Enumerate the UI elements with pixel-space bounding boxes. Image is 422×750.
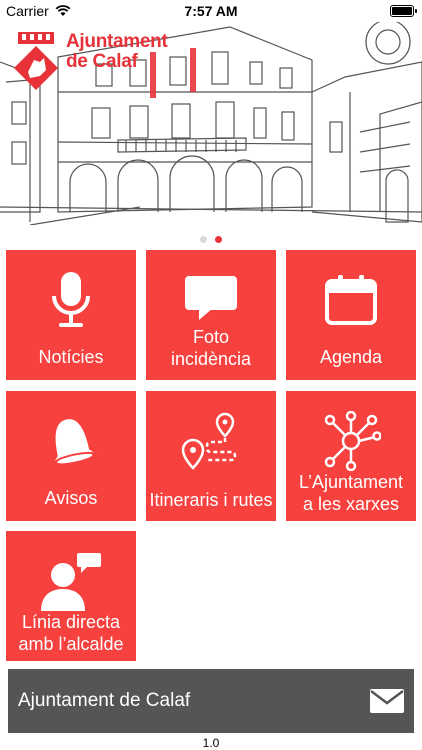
tile-linia-directa[interactable]: Línia directa amb l’alcalde [6, 531, 136, 661]
city-logo: Ajuntament de Calaf [12, 32, 168, 90]
footer-title: Ajuntament de Calaf [18, 690, 191, 711]
tile-itineraris-label: Itineraris i rutes [149, 490, 273, 510]
tile-avisos-label: Avisos [44, 488, 98, 508]
status-time: 7:57 AM [184, 3, 238, 19]
tile-foto-incidencia[interactable]: Foto incidència [146, 250, 276, 380]
tile-noticies[interactable]: Notícies [6, 250, 136, 380]
envelope-icon[interactable] [370, 689, 404, 713]
logo-line-1: Ajuntament [66, 31, 168, 52]
tile-foto-incidencia-label: Foto incidència [170, 327, 252, 369]
microphone-icon [49, 270, 93, 330]
tile-itineraris[interactable]: Itineraris i rutes [146, 391, 276, 521]
battery-icon [390, 5, 417, 17]
calendar-icon [324, 270, 378, 330]
status-bar: Carrier 7:57 AM [0, 0, 422, 22]
route-pin-icon [181, 411, 241, 471]
tile-xarxes[interactable]: L’Ajuntament a les xarxes [286, 391, 416, 521]
hero-carousel[interactable]: Ajuntament de Calaf [0, 22, 422, 225]
tile-agenda[interactable]: Agenda [286, 250, 416, 380]
footer-contact-bar[interactable]: Ajuntament de Calaf [8, 669, 414, 733]
chat-person-icon [39, 551, 103, 611]
carousel-dot-2[interactable] [215, 236, 222, 243]
carousel-pagination[interactable] [0, 236, 422, 243]
logo-line-2: de Calaf [66, 51, 138, 72]
logo-text: Ajuntament de Calaf [66, 32, 168, 72]
bell-icon [41, 411, 101, 471]
carousel-dot-1[interactable] [200, 236, 207, 243]
tile-noticies-label: Notícies [38, 347, 104, 367]
tile-agenda-label: Agenda [319, 347, 383, 367]
app-version: 1.0 [202, 736, 220, 750]
speech-bubble-icon [183, 270, 239, 326]
tile-avisos[interactable]: Avisos [6, 391, 136, 521]
network-icon [321, 411, 381, 471]
tile-linia-directa-label: Línia directa amb l’alcalde [18, 612, 124, 654]
tile-xarxes-label: L’Ajuntament a les xarxes [298, 472, 404, 514]
coat-of-arms-icon [14, 32, 58, 90]
